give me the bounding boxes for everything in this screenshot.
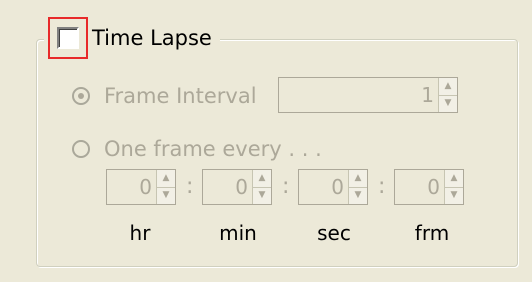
sec-unit-label: sec: [317, 221, 351, 245]
hr-spin-buttons[interactable]: ▲ ▼: [156, 170, 175, 204]
time-lapse-label: Time Lapse: [92, 26, 212, 50]
time-lapse-legend: Time Lapse: [44, 17, 220, 59]
frame-interval-label: Frame Interval: [104, 84, 257, 108]
frame-interval-radio[interactable]: Frame Interval: [72, 84, 257, 108]
frame-interval-spinner[interactable]: 1 ▲ ▼: [278, 77, 458, 113]
min-spinner[interactable]: 0 ▲ ▼: [202, 169, 272, 205]
min-spin-buttons[interactable]: ▲ ▼: [252, 170, 271, 204]
sec-value: 0: [331, 175, 344, 199]
down-arrow-icon[interactable]: ▼: [439, 95, 457, 112]
up-arrow-icon[interactable]: ▲: [349, 170, 367, 188]
separator-colon: :: [378, 174, 386, 199]
down-arrow-icon[interactable]: ▼: [157, 187, 175, 204]
up-arrow-icon[interactable]: ▲: [253, 170, 271, 188]
frm-unit-label: frm: [414, 221, 450, 245]
down-arrow-icon[interactable]: ▼: [445, 187, 463, 204]
frame-interval-radio-circle[interactable]: [72, 87, 90, 105]
down-arrow-icon[interactable]: ▼: [349, 187, 367, 204]
sec-spin-buttons[interactable]: ▲ ▼: [348, 170, 367, 204]
separator-colon: :: [282, 174, 290, 199]
hr-unit-label: hr: [129, 221, 151, 245]
min-value: 0: [235, 175, 248, 199]
one-frame-every-radio-circle[interactable]: [72, 140, 90, 158]
highlight-box: [48, 17, 88, 59]
time-lapse-checkbox-wrap[interactable]: [48, 17, 88, 59]
one-frame-every-radio[interactable]: One frame every . . .: [72, 137, 322, 161]
frm-spinner[interactable]: 0 ▲ ▼: [394, 169, 464, 205]
up-arrow-icon[interactable]: ▲: [439, 78, 457, 96]
frm-value: 0: [427, 175, 440, 199]
min-unit-label: min: [219, 221, 257, 245]
frm-spin-buttons[interactable]: ▲ ▼: [444, 170, 463, 204]
frame-interval-spin-buttons[interactable]: ▲ ▼: [438, 78, 457, 112]
hr-spinner[interactable]: 0 ▲ ▼: [106, 169, 176, 205]
hr-value: 0: [139, 175, 152, 199]
down-arrow-icon[interactable]: ▼: [253, 187, 271, 204]
up-arrow-icon[interactable]: ▲: [157, 170, 175, 188]
up-arrow-icon[interactable]: ▲: [445, 170, 463, 188]
one-frame-every-label: One frame every . . .: [104, 137, 322, 161]
frame-interval-value: 1: [421, 83, 434, 107]
separator-colon: :: [186, 174, 194, 199]
sec-spinner[interactable]: 0 ▲ ▼: [298, 169, 368, 205]
